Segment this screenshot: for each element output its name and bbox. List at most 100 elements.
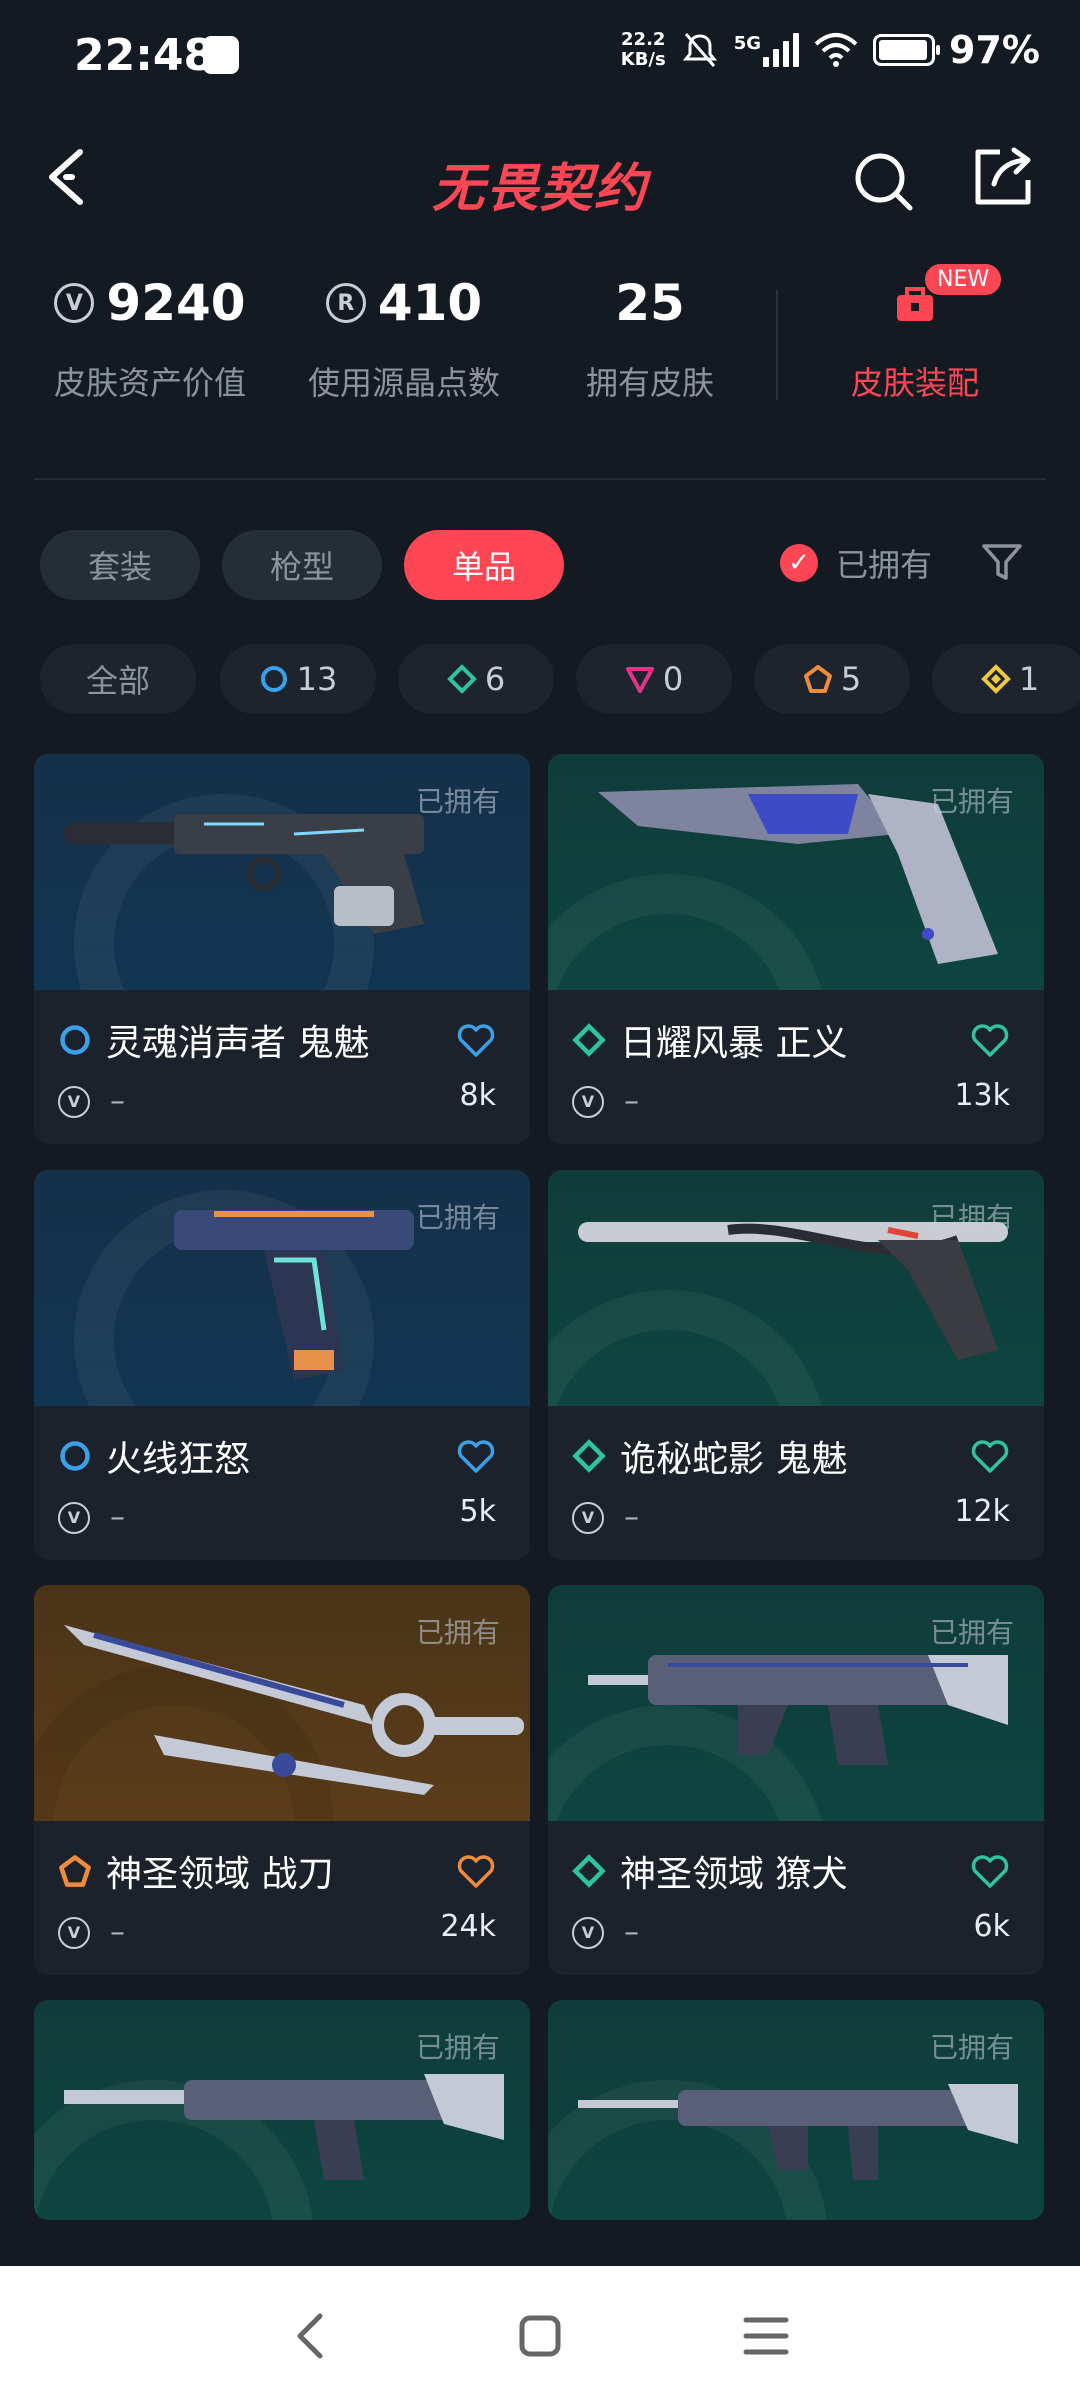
skin-image: 已拥有 xyxy=(34,1585,530,1821)
heart-icon[interactable] xyxy=(456,1022,496,1058)
wifi-icon xyxy=(814,33,858,67)
heart-icon[interactable] xyxy=(456,1853,496,1889)
chip-ultra-tier[interactable]: 1 xyxy=(932,644,1080,714)
skin-card[interactable]: 已拥有 神圣领域 战刀 V – 24k xyxy=(34,1585,530,1975)
vp-coin-icon: V xyxy=(572,1085,604,1118)
mute-bell-icon xyxy=(682,33,717,67)
loadout-label: 皮肤装配 xyxy=(850,364,979,402)
rifle-illustration xyxy=(588,1655,1008,1765)
network-speed: 22.2 KB/s xyxy=(621,30,666,70)
radianite-coin-icon: R xyxy=(325,283,366,323)
deluxe-tier-icon xyxy=(446,664,477,694)
select-tier-icon xyxy=(260,666,287,692)
status-indicators: 22.2 KB/s 5G 97% xyxy=(621,28,1040,72)
tab-sets[interactable]: 套装 xyxy=(40,530,200,600)
nav-back-icon[interactable] xyxy=(282,2306,342,2366)
skin-name: 灵魂消声者 鬼魅 xyxy=(106,1023,370,1064)
stat-value: 9240 xyxy=(106,274,246,332)
skin-price: – xyxy=(110,1084,125,1119)
heart-icon[interactable] xyxy=(970,1438,1010,1474)
like-count: 6k xyxy=(973,1909,1010,1944)
deluxe-tier-icon xyxy=(572,1439,606,1473)
share-button[interactable] xyxy=(970,144,1036,210)
filter-button[interactable] xyxy=(980,540,1024,584)
search-button[interactable] xyxy=(850,148,916,214)
skin-card[interactable]: 已拥有 灵魂消声者 鬼魅 V – 8k xyxy=(34,754,530,1144)
skin-price: – xyxy=(110,1500,125,1535)
nav-home-icon[interactable] xyxy=(510,2306,570,2366)
skin-loadout-button[interactable]: NEW 皮肤装配 xyxy=(830,264,1002,404)
chip-exclusive-tier[interactable]: 5 xyxy=(754,644,910,714)
chip-label: 全部 xyxy=(85,662,150,700)
skin-price: – xyxy=(110,1915,125,1950)
chip-deluxe-tier[interactable]: 6 xyxy=(398,644,554,714)
like-count: 5k xyxy=(459,1494,496,1529)
page-title: 无畏契约 xyxy=(431,159,648,219)
like-count: 8k xyxy=(459,1078,496,1113)
battery-icon xyxy=(873,34,941,66)
skin-image: 已拥有 xyxy=(34,1170,530,1406)
tab-single-items[interactable]: 单品 xyxy=(404,530,564,600)
check-icon: ✓ xyxy=(780,544,818,582)
skin-image: 已拥有 xyxy=(548,1170,1044,1406)
skin-name: 诡秘蛇影 鬼魅 xyxy=(620,1439,848,1480)
stat-radianite[interactable]: R 410 使用源晶点数 xyxy=(304,270,504,404)
skin-card[interactable]: 已拥有 神圣领域 獠犬 V – 6k xyxy=(548,1585,1044,1975)
skin-image: 已拥有 xyxy=(548,1585,1044,1821)
rarity-filter-chips: 全部 13 6 0 5 1 xyxy=(40,644,1080,714)
status-time: 22:48 xyxy=(74,30,215,81)
tab-weapon-type[interactable]: 枪型 xyxy=(222,530,382,600)
skin-card[interactable]: 已拥有 火线狂怒 V – 5k xyxy=(34,1170,530,1560)
chip-count: 0 xyxy=(662,660,684,698)
like-count: 24k xyxy=(440,1909,496,1944)
chip-count: 13 xyxy=(296,660,338,698)
battery-percent: 97% xyxy=(949,28,1040,72)
skin-card[interactable]: 已拥有 日耀风暴 正义 V – 13k xyxy=(548,754,1044,1144)
ultra-tier-icon xyxy=(980,664,1011,694)
vp-coin-icon: V xyxy=(572,1501,604,1534)
skin-card[interactable]: 已拥有 xyxy=(548,2000,1044,2220)
skin-price: – xyxy=(624,1915,639,1950)
nav-menu-icon[interactable] xyxy=(736,2306,796,2366)
skin-name: 火线狂怒 xyxy=(106,1439,251,1480)
select-tier-icon xyxy=(60,1441,90,1471)
status-bar: 22:48 22.2 KB/s 5G 97% xyxy=(0,0,1080,110)
heart-icon[interactable] xyxy=(456,1438,496,1474)
owned-tag: 已拥有 xyxy=(929,2031,1014,2064)
select-tier-icon xyxy=(60,1025,90,1055)
new-badge: NEW xyxy=(925,264,1002,295)
deluxe-tier-icon xyxy=(572,1854,606,1888)
exclusive-tier-icon xyxy=(803,665,832,693)
heart-icon[interactable] xyxy=(970,1853,1010,1889)
chip-select-tier[interactable]: 13 xyxy=(220,644,376,714)
stat-label: 拥有皮肤 xyxy=(585,364,714,402)
heart-icon[interactable] xyxy=(970,1022,1010,1058)
owned-filter-label: 已拥有 xyxy=(836,546,933,584)
premium-tier-icon xyxy=(625,667,654,693)
owned-tag: 已拥有 xyxy=(929,785,1014,818)
chip-count: 6 xyxy=(484,660,506,698)
skin-name: 日耀风暴 正义 xyxy=(620,1023,848,1064)
stat-label: 皮肤资产价值 xyxy=(53,364,246,402)
stat-value: 410 xyxy=(377,274,483,332)
stats-divider xyxy=(776,290,778,400)
chip-premium-tier[interactable]: 0 xyxy=(576,644,732,714)
chip-all[interactable]: 全部 xyxy=(40,644,196,714)
system-nav-bar xyxy=(0,2266,1080,2401)
app-header: 无畏契约 xyxy=(0,120,1080,240)
owned-tag: 已拥有 xyxy=(929,1201,1014,1234)
divider xyxy=(34,478,1046,480)
skin-card[interactable]: 已拥有 xyxy=(34,2000,530,2220)
skin-price: – xyxy=(624,1500,639,1535)
skin-image: 已拥有 xyxy=(548,754,1044,990)
owned-tag: 已拥有 xyxy=(929,1616,1014,1649)
vp-coin-icon: V xyxy=(58,1085,90,1118)
owned-filter-toggle[interactable]: ✓ 已拥有 xyxy=(780,540,932,586)
stat-owned-skins[interactable]: 25 拥有皮肤 xyxy=(560,270,740,404)
skin-card[interactable]: 已拥有 诡秘蛇影 鬼魅 V – 12k xyxy=(548,1170,1044,1560)
chip-count: 5 xyxy=(840,660,862,698)
rifle-illustration xyxy=(578,2084,1018,2180)
owned-tag: 已拥有 xyxy=(415,785,500,818)
network-type: 5G xyxy=(733,33,762,54)
stat-asset-value[interactable]: V 9240 皮肤资产价值 xyxy=(50,270,250,404)
